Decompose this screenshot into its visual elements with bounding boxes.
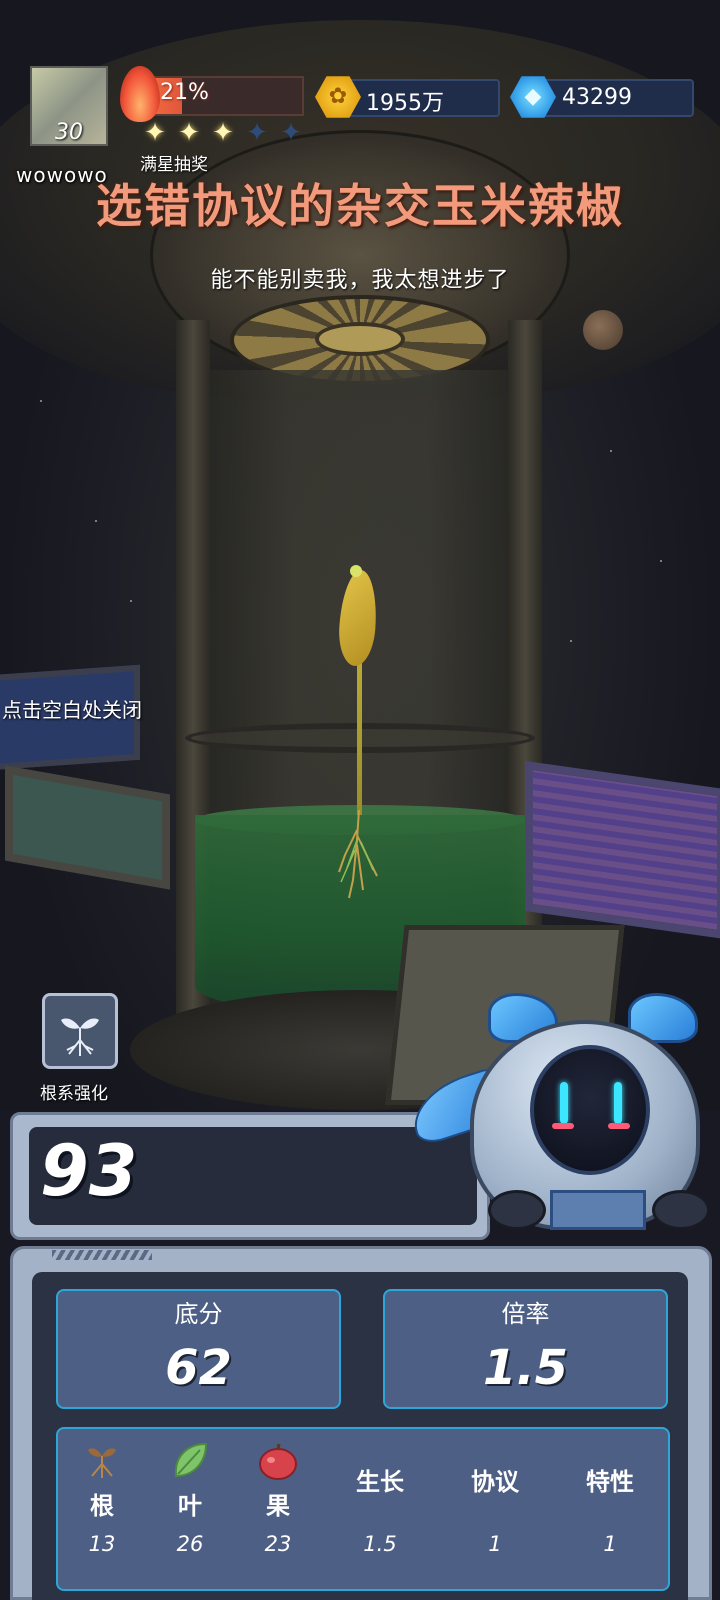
robot-right-eye bbox=[614, 1082, 622, 1124]
right-monitor bbox=[525, 760, 720, 940]
attr-leaf-value: 26 bbox=[176, 1532, 204, 1556]
left-console bbox=[5, 765, 170, 890]
robot-left-eye bbox=[560, 1082, 568, 1124]
attr-trait: 特性 bbox=[570, 1462, 650, 1502]
attr-leaf-label: 叶 bbox=[178, 1492, 202, 1520]
star-filled-icon: ✦ bbox=[144, 118, 166, 148]
star-filled-icon: ✦ bbox=[212, 118, 234, 148]
apple-icon bbox=[259, 1443, 297, 1480]
robot-left-blush bbox=[552, 1123, 574, 1129]
attr-protocol: 协议 bbox=[455, 1462, 535, 1502]
base-score-label: 底分 bbox=[174, 1300, 223, 1328]
attribute-table bbox=[56, 1427, 670, 1591]
multiplier-label: 倍率 bbox=[501, 1300, 550, 1328]
attr-growth-label: 生长 bbox=[356, 1468, 404, 1496]
total-score: 93 bbox=[40, 1130, 138, 1212]
attr-growth: 生长 bbox=[340, 1462, 420, 1502]
coin-counter[interactable]: 1955万 bbox=[340, 79, 500, 117]
attr-root: 根 bbox=[62, 1440, 142, 1526]
coin-amount: 1955万 bbox=[366, 91, 444, 116]
attr-root-value: 13 bbox=[88, 1532, 116, 1556]
attr-root-label: 根 bbox=[90, 1492, 114, 1520]
plant-title: 选错协议的杂交玉米辣椒 bbox=[96, 179, 624, 233]
attr-fruit-value: 23 bbox=[264, 1532, 292, 1556]
star-empty-icon: ✦ bbox=[246, 118, 268, 148]
lab-scene-background[interactable] bbox=[0, 0, 720, 1110]
robot-right-blush bbox=[608, 1123, 630, 1129]
leaf-icon bbox=[174, 1442, 208, 1478]
plant-subtitle: 能不能别卖我，我太想进步了 bbox=[210, 268, 510, 293]
panel-stripe bbox=[52, 1250, 152, 1260]
plant-bud bbox=[350, 565, 362, 577]
sprout-roots-icon bbox=[61, 1018, 99, 1056]
plant-roots bbox=[338, 810, 378, 899]
player-level: 30 bbox=[55, 120, 83, 145]
root-sprout-icon bbox=[88, 1448, 116, 1478]
attr-fruit: 果 bbox=[238, 1440, 318, 1526]
attr-protocol-value: 1 bbox=[488, 1532, 502, 1556]
star-filled-icon: ✦ bbox=[178, 118, 200, 148]
chamber-hub bbox=[315, 322, 405, 356]
attr-growth-value: 1.5 bbox=[363, 1532, 397, 1556]
root-boost-label: 根系强化 bbox=[40, 1084, 108, 1104]
attr-protocol-label: 协议 bbox=[471, 1468, 519, 1496]
star-rating[interactable]: ✦ ✦ ✦ ✦ ✦ bbox=[140, 118, 306, 148]
robot-laptop bbox=[550, 1190, 646, 1230]
gem-amount: 43299 bbox=[562, 85, 632, 110]
attr-fruit-label: 果 bbox=[266, 1492, 290, 1520]
attr-trait-value: 1 bbox=[603, 1532, 617, 1556]
multiplier-value: 1.5 bbox=[482, 1340, 569, 1396]
star-empty-icon: ✦ bbox=[280, 118, 302, 148]
root-boost-button[interactable] bbox=[42, 993, 118, 1069]
flame-percent: 21% bbox=[160, 80, 209, 105]
robot-right-hand bbox=[652, 1190, 710, 1230]
robot-left-hand bbox=[488, 1190, 546, 1230]
base-score-value: 62 bbox=[165, 1340, 232, 1396]
attr-trait-label: 特性 bbox=[586, 1468, 634, 1496]
robot-face bbox=[530, 1045, 650, 1175]
attr-leaf: 叶 bbox=[150, 1440, 230, 1526]
asteroid-decoration bbox=[583, 310, 623, 350]
tap-blank-to-close-hint: 点击空白处关闭 bbox=[2, 698, 142, 722]
